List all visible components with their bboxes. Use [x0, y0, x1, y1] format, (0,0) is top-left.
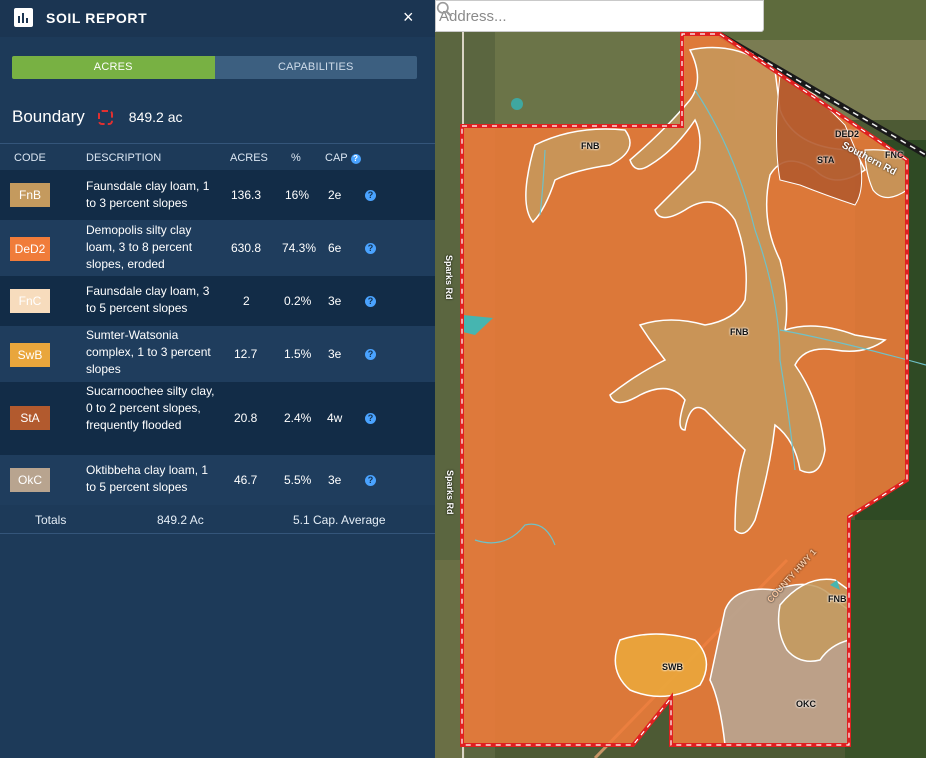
soil-label-fnb: FNB [730, 327, 749, 337]
soil-cap: 2e [328, 188, 342, 202]
soil-description: Oktibbeha clay loam, 1 to 5 percent slop… [86, 463, 209, 494]
soil-swatch-okc: OkC [10, 468, 50, 492]
soil-percent: 0.2% [284, 294, 312, 308]
address-search-input[interactable] [439, 5, 729, 27]
soil-swatch-fnc: FnC [10, 289, 50, 313]
road-label-sparks: Sparks Rd [444, 255, 454, 300]
soil-description: Faunsdale clay loam, 3 to 5 percent slop… [86, 284, 210, 315]
soil-label-ded2: DED2 [835, 129, 860, 139]
info-icon[interactable]: ? [365, 190, 376, 201]
table-row[interactable]: FnC Faunsdale clay loam, 3 to 5 percent … [0, 276, 435, 326]
panel-header: SOIL REPORT × [0, 0, 435, 37]
column-acres: ACRES [230, 152, 268, 164]
column-code: CODE [14, 152, 46, 164]
table-row[interactable]: StA Sucarnoochee silty clay, 0 to 2 perc… [0, 382, 435, 455]
soil-percent: 16% [285, 188, 310, 202]
soil-swatch-swb: SwB [10, 343, 50, 367]
soil-label-swb: SWB [662, 662, 683, 672]
soil-swatch-sta: StA [10, 406, 50, 430]
boundary-acres: 849.2 ac [128, 109, 183, 125]
info-icon[interactable]: ? [365, 296, 376, 307]
soil-acres: 2 [243, 294, 250, 308]
soil-swatch-fnb: FnB [10, 183, 50, 207]
report-tabs: ACRES CAPABILITIES [12, 56, 417, 79]
soil-description: Faunsdale clay loam, 1 to 3 percent slop… [86, 179, 210, 210]
column-description: DESCRIPTION [86, 152, 162, 164]
table-row[interactable]: FnB Faunsdale clay loam, 1 to 3 percent … [0, 170, 435, 220]
soil-label-fnc: FNC [885, 150, 904, 160]
soil-percent: 1.5% [284, 347, 312, 361]
app-window: SOIL REPORT × ACRES CAPABILITIES Boundar… [0, 0, 926, 758]
soil-description: Sumter-Watsonia complex, 1 to 3 percent … [86, 328, 211, 376]
column-cap-label: CAP [325, 152, 348, 164]
boundary-label: Boundary [12, 107, 85, 126]
bar-chart-icon [14, 8, 33, 27]
soil-report-panel: SOIL REPORT × ACRES CAPABILITIES Boundar… [0, 0, 435, 758]
soil-description: Demopolis silty clay loam, 3 to 8 percen… [86, 223, 193, 271]
totals-cap-average: 5.1 Cap. Average [293, 513, 386, 527]
tab-acres[interactable]: ACRES [12, 56, 215, 79]
soil-acres: 20.8 [234, 411, 258, 425]
soil-percent: 74.3% [282, 241, 317, 255]
soil-acres: 12.7 [234, 347, 258, 361]
map-canvas[interactable] [435, 0, 926, 758]
soil-label-fnb: FNB [581, 141, 600, 151]
info-icon[interactable]: ? [365, 349, 376, 360]
panel-title: SOIL REPORT [46, 10, 148, 26]
tab-capabilities[interactable]: CAPABILITIES [214, 56, 417, 79]
soil-acres: 46.7 [234, 473, 258, 487]
boundary-outline-icon [97, 109, 113, 125]
soil-cap: 4w [327, 411, 343, 425]
address-search [435, 0, 764, 32]
soil-percent: 2.4% [284, 411, 312, 425]
info-icon[interactable]: ? [365, 475, 376, 486]
satellite-map[interactable]: FNB FNB FNB DED2 STA FNC SWB OKC Souther… [435, 0, 926, 758]
info-icon[interactable]: ? [365, 243, 376, 254]
totals-row: Totals 849.2 Ac 5.1 Cap. Average [0, 505, 435, 534]
soil-percent: 5.5% [284, 473, 312, 487]
close-icon[interactable]: × [403, 7, 414, 28]
column-cap: CAP? [325, 152, 361, 164]
table-row[interactable]: OkC Oktibbeha clay loam, 1 to 5 percent … [0, 455, 435, 505]
soil-description: Sucarnoochee silty clay, 0 to 2 percent … [86, 384, 215, 432]
totals-label: Totals [35, 513, 67, 527]
soil-label-fnb: FNB [828, 594, 847, 604]
search-icon[interactable] [436, 1, 453, 18]
soil-acres: 630.8 [231, 241, 262, 255]
soil-cap: 3e [328, 294, 342, 308]
soil-label-sta: STA [817, 155, 835, 165]
cap-info-icon[interactable]: ? [350, 154, 361, 164]
column-percent: % [291, 152, 301, 164]
soil-swatch-ded2: DeD2 [10, 237, 50, 261]
soil-cap: 6e [328, 241, 342, 255]
table-row[interactable]: DeD2 Demopolis silty clay loam, 3 to 8 p… [0, 220, 435, 276]
table-header: CODE DESCRIPTION ACRES % CAP? [0, 143, 435, 170]
totals-acres: 849.2 Ac [157, 513, 204, 527]
boundary-summary: Boundary 849.2 ac [12, 106, 183, 128]
table-row[interactable]: SwB Sumter-Watsonia complex, 1 to 3 perc… [0, 326, 435, 382]
soil-acres: 136.3 [231, 188, 262, 202]
info-icon[interactable]: ? [365, 413, 376, 424]
soil-cap: 3e [328, 473, 342, 487]
road-label-sparks: Sparks Rd [445, 470, 455, 515]
soil-label-okc: OKC [796, 699, 816, 709]
soil-cap: 3e [328, 347, 342, 361]
